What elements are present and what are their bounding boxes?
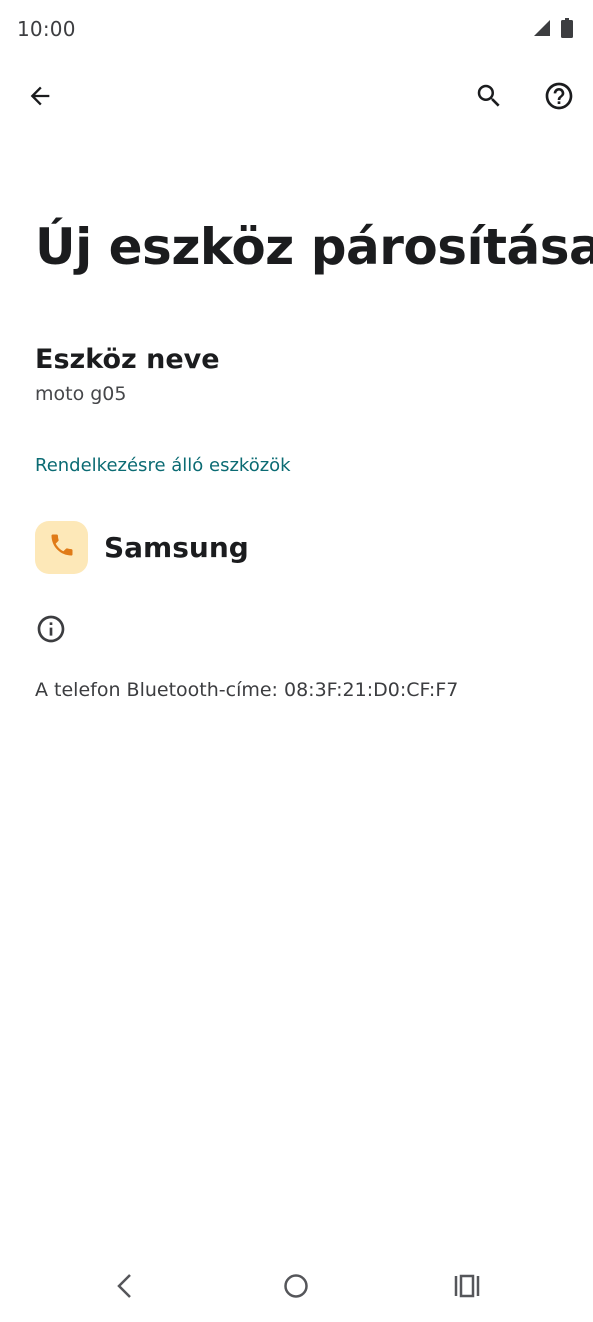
nav-back-button[interactable] (105, 1268, 145, 1308)
help-button[interactable] (535, 74, 583, 122)
battery-icon (561, 18, 573, 42)
bluetooth-address-text: A telefon Bluetooth-címe: 08:3F:21:D0:CF… (35, 679, 459, 701)
arrow-left-icon (26, 82, 54, 114)
back-button[interactable] (16, 74, 64, 122)
nav-back-icon (114, 1272, 136, 1304)
device-name-row[interactable]: Eszköz neve moto g05 (35, 342, 555, 408)
info-icon (35, 613, 67, 645)
nav-recents-icon (453, 1273, 481, 1303)
device-item-samsung[interactable]: Samsung (35, 519, 565, 575)
screen: 10:00 Új eszköz párosítása Eszköz neve m… (0, 0, 593, 1322)
app-bar (0, 62, 593, 134)
device-name-value: moto g05 (35, 383, 127, 405)
status-bar: 10:00 (0, 0, 593, 56)
device-label: Samsung (104, 530, 249, 564)
available-devices-header: Rendelkezésre álló eszközök (35, 455, 291, 476)
help-circle-icon (543, 80, 575, 116)
navigation-bar (0, 1252, 593, 1322)
search-icon (474, 81, 504, 115)
nav-recents-button[interactable] (447, 1268, 487, 1308)
nav-home-icon (282, 1272, 310, 1304)
search-button[interactable] (465, 74, 513, 122)
status-time: 10:00 (17, 17, 76, 41)
device-icon-container (35, 520, 88, 574)
status-icons (533, 18, 573, 42)
device-name-title: Eszköz neve (35, 344, 220, 375)
phone-icon (48, 531, 76, 563)
nav-home-button[interactable] (276, 1268, 316, 1308)
page-title: Új eszköz párosítása (35, 218, 593, 276)
signal-icon (533, 19, 551, 41)
